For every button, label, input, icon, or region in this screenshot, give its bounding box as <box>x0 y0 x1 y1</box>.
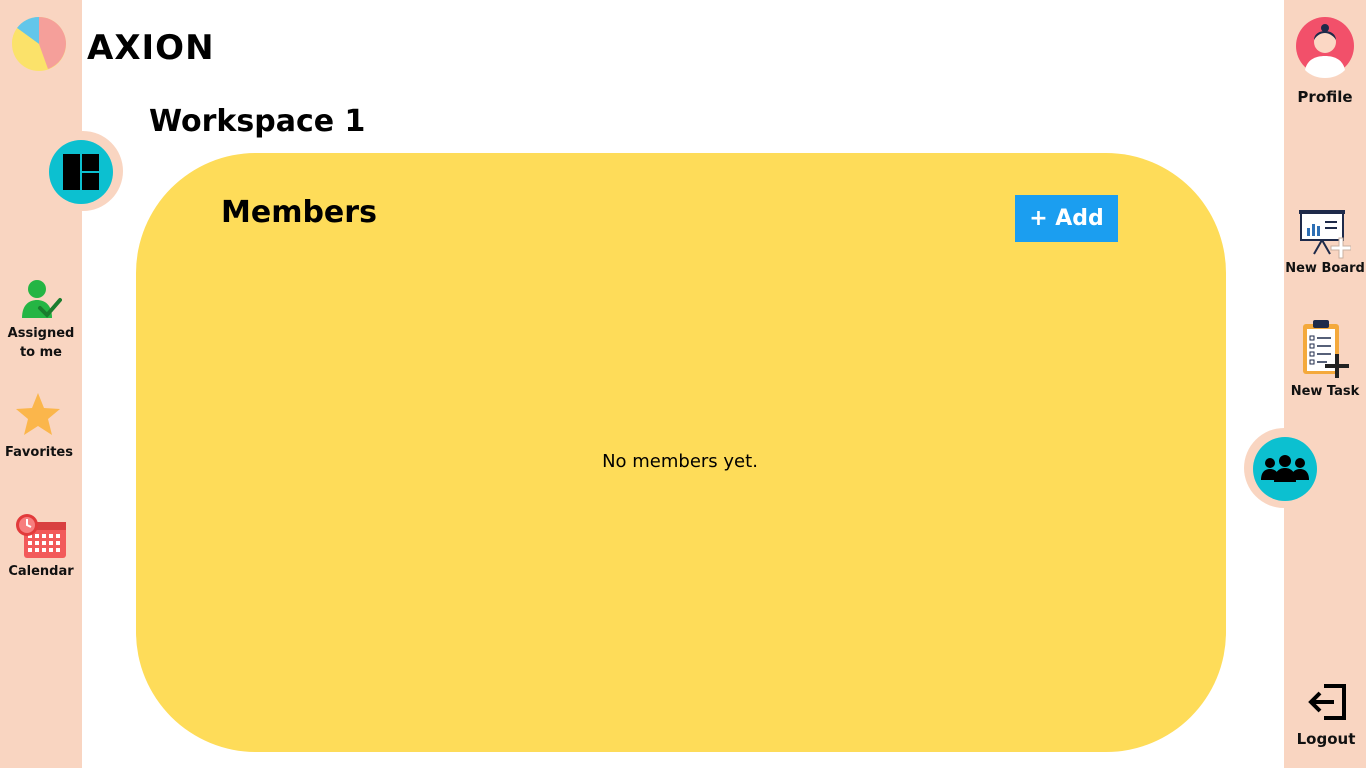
left-sidebar <box>0 0 82 768</box>
add-member-button[interactable]: + Add <box>1015 195 1118 242</box>
group-icon <box>1260 454 1310 484</box>
clipboard-plus-icon <box>1301 320 1349 378</box>
new-board-nav[interactable]: New Board <box>1284 206 1366 280</box>
new-board-label: New Board <box>1285 261 1365 276</box>
boards-grid-icon <box>62 153 100 191</box>
presentation-board-plus-icon <box>1299 208 1352 260</box>
new-task-nav[interactable]: New Task <box>1284 318 1366 402</box>
calendar-icon <box>14 514 68 560</box>
user-check-icon <box>20 278 62 320</box>
star-icon <box>15 392 61 436</box>
calendar-nav[interactable]: Calendar <box>0 512 82 584</box>
profile-label: Profile <box>1297 88 1353 106</box>
members-empty-state: No members yet. <box>602 451 758 472</box>
logout-label: Logout <box>1296 730 1356 748</box>
avatar-icon <box>1295 16 1355 80</box>
calendar-label: Calendar <box>8 564 74 579</box>
members-toggle-button[interactable] <box>1253 437 1317 501</box>
new-task-label: New Task <box>1290 384 1360 399</box>
boards-toggle-button[interactable] <box>49 140 113 204</box>
favorites-nav[interactable]: Favorites <box>0 390 82 465</box>
assigned-label-line2: to me <box>19 345 63 360</box>
logout-nav[interactable]: Logout <box>1284 682 1366 752</box>
assigned-label-line1: Assigned <box>7 326 75 341</box>
brand-name: AXION <box>87 28 215 68</box>
logout-arrow-icon <box>1308 684 1348 720</box>
logo-icon <box>10 16 68 72</box>
favorites-label: Favorites <box>5 445 73 460</box>
members-title: Members <box>221 195 377 230</box>
assigned-to-me-nav[interactable]: Assigned to me <box>0 276 82 364</box>
page-title: Workspace 1 <box>149 104 366 139</box>
profile-nav[interactable]: Profile <box>1284 14 1366 114</box>
